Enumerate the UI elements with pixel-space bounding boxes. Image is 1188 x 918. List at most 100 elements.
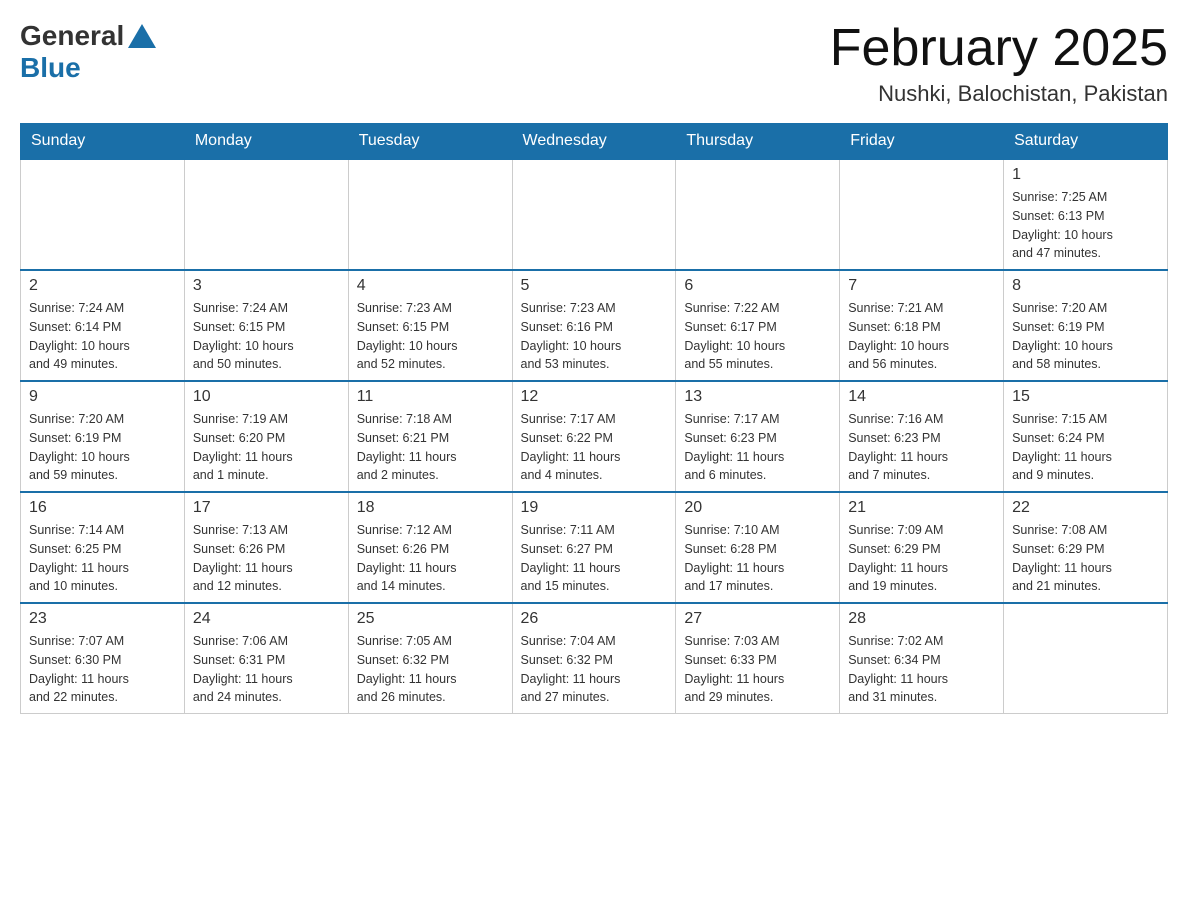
- calendar-week-row: 9 Sunrise: 7:20 AMSunset: 6:19 PMDaylight…: [21, 381, 1168, 492]
- day-info: Sunrise: 7:09 AMSunset: 6:29 PMDaylight:…: [848, 521, 995, 596]
- weekday-header-row: SundayMondayTuesdayWednesdayThursdayFrid…: [21, 124, 1168, 160]
- day-number: 25: [357, 610, 504, 628]
- calendar-body: 1 Sunrise: 7:25 AMSunset: 6:13 PMDaylight…: [21, 159, 1168, 714]
- calendar-cell: 5 Sunrise: 7:23 AMSunset: 6:16 PMDaylight…: [512, 270, 676, 381]
- day-number: 1: [1012, 166, 1159, 184]
- weekday-header-sunday: Sunday: [21, 124, 185, 160]
- day-info: Sunrise: 7:21 AMSunset: 6:18 PMDaylight:…: [848, 299, 995, 374]
- day-info: Sunrise: 7:12 AMSunset: 6:26 PMDaylight:…: [357, 521, 504, 596]
- calendar-cell: 10Sunrise: 7:19 AMSunset: 6:20 PMDayligh…: [184, 381, 348, 492]
- calendar-cell: 26 Sunrise: 7:04 AMSunset: 6:32 PMDayligh…: [512, 603, 676, 714]
- calendar-cell: [1004, 603, 1168, 714]
- day-info: Sunrise: 7:03 AMSunset: 6:33 PMDaylight:…: [684, 632, 831, 707]
- day-info: Sunrise: 7:04 AMSunset: 6:32 PMDaylight:…: [521, 632, 668, 707]
- day-info: Sunrise: 7:16 AMSunset: 6:23 PMDaylight:…: [848, 410, 995, 485]
- calendar-header: SundayMondayTuesdayWednesdayThursdayFrid…: [21, 124, 1168, 160]
- day-info: Sunrise: 7:20 AMSunset: 6:19 PMDaylight:…: [1012, 299, 1159, 374]
- calendar-week-row: 23 Sunrise: 7:07 AMSunset: 6:30 PMDayligh…: [21, 603, 1168, 714]
- calendar-week-row: 2Sunrise: 7:24 AMSunset: 6:14 PMDaylight…: [21, 270, 1168, 381]
- day-info: Sunrise: 7:08 AMSunset: 6:29 PMDaylight:…: [1012, 521, 1159, 596]
- day-info: Sunrise: 7:15 AMSunset: 6:24 PMDaylight:…: [1012, 410, 1159, 485]
- day-number: 20: [684, 499, 831, 517]
- day-number: 9: [29, 388, 176, 406]
- day-info: Sunrise: 7:22 AMSunset: 6:17 PMDaylight:…: [684, 299, 831, 374]
- day-info: Sunrise: 7:20 AMSunset: 6:19 PMDaylight:…: [29, 410, 176, 485]
- logo: General Blue: [20, 20, 156, 84]
- day-number: 28: [848, 610, 995, 628]
- day-number: 13: [684, 388, 831, 406]
- day-number: 6: [684, 277, 831, 295]
- day-info: Sunrise: 7:25 AMSunset: 6:13 PMDaylight:…: [1012, 188, 1159, 263]
- logo-blue-text: Blue: [20, 52, 81, 84]
- day-info: Sunrise: 7:23 AMSunset: 6:16 PMDaylight:…: [521, 299, 668, 374]
- calendar-cell: [840, 159, 1004, 270]
- calendar-cell: 11Sunrise: 7:18 AMSunset: 6:21 PMDayligh…: [348, 381, 512, 492]
- day-number: 5: [521, 277, 668, 295]
- calendar-cell: 22Sunrise: 7:08 AMSunset: 6:29 PMDayligh…: [1004, 492, 1168, 603]
- calendar-cell: 27 Sunrise: 7:03 AMSunset: 6:33 PMDayligh…: [676, 603, 840, 714]
- logo-general-label: General: [20, 20, 124, 52]
- calendar-cell: [512, 159, 676, 270]
- calendar-table: SundayMondayTuesdayWednesdayThursdayFrid…: [20, 123, 1168, 714]
- title-block: February 2025 Nushki, Balochistan, Pakis…: [830, 20, 1168, 107]
- day-info: Sunrise: 7:10 AMSunset: 6:28 PMDaylight:…: [684, 521, 831, 596]
- day-info: Sunrise: 7:02 AMSunset: 6:34 PMDaylight:…: [848, 632, 995, 707]
- day-info: Sunrise: 7:23 AMSunset: 6:15 PMDaylight:…: [357, 299, 504, 374]
- calendar-cell: 1 Sunrise: 7:25 AMSunset: 6:13 PMDaylight…: [1004, 159, 1168, 270]
- day-info: Sunrise: 7:18 AMSunset: 6:21 PMDaylight:…: [357, 410, 504, 485]
- calendar-cell: 15 Sunrise: 7:15 AMSunset: 6:24 PMDayligh…: [1004, 381, 1168, 492]
- weekday-header-tuesday: Tuesday: [348, 124, 512, 160]
- calendar-cell: 3Sunrise: 7:24 AMSunset: 6:15 PMDaylight…: [184, 270, 348, 381]
- calendar-cell: 21 Sunrise: 7:09 AMSunset: 6:29 PMDayligh…: [840, 492, 1004, 603]
- month-title: February 2025: [830, 20, 1168, 77]
- calendar-cell: 25 Sunrise: 7:05 AMSunset: 6:32 PMDayligh…: [348, 603, 512, 714]
- calendar-cell: [21, 159, 185, 270]
- logo-triangle-icon: [128, 24, 156, 48]
- calendar-cell: 14Sunrise: 7:16 AMSunset: 6:23 PMDayligh…: [840, 381, 1004, 492]
- day-number: 12: [521, 388, 668, 406]
- calendar-cell: 9 Sunrise: 7:20 AMSunset: 6:19 PMDaylight…: [21, 381, 185, 492]
- weekday-header-monday: Monday: [184, 124, 348, 160]
- calendar-cell: 12 Sunrise: 7:17 AMSunset: 6:22 PMDayligh…: [512, 381, 676, 492]
- day-number: 4: [357, 277, 504, 295]
- weekday-header-saturday: Saturday: [1004, 124, 1168, 160]
- calendar-week-row: 16Sunrise: 7:14 AMSunset: 6:25 PMDayligh…: [21, 492, 1168, 603]
- day-info: Sunrise: 7:17 AMSunset: 6:22 PMDaylight:…: [521, 410, 668, 485]
- calendar-cell: 23 Sunrise: 7:07 AMSunset: 6:30 PMDayligh…: [21, 603, 185, 714]
- day-number: 21: [848, 499, 995, 517]
- logo-general-text: General: [20, 20, 156, 52]
- calendar-cell: 4 Sunrise: 7:23 AMSunset: 6:15 PMDaylight…: [348, 270, 512, 381]
- calendar-cell: 6 Sunrise: 7:22 AMSunset: 6:17 PMDaylight…: [676, 270, 840, 381]
- day-number: 17: [193, 499, 340, 517]
- day-number: 8: [1012, 277, 1159, 295]
- day-info: Sunrise: 7:24 AMSunset: 6:15 PMDaylight:…: [193, 299, 340, 374]
- day-info: Sunrise: 7:07 AMSunset: 6:30 PMDaylight:…: [29, 632, 176, 707]
- day-number: 2: [29, 277, 176, 295]
- day-number: 19: [521, 499, 668, 517]
- day-number: 18: [357, 499, 504, 517]
- day-number: 10: [193, 388, 340, 406]
- weekday-header-thursday: Thursday: [676, 124, 840, 160]
- day-info: Sunrise: 7:05 AMSunset: 6:32 PMDaylight:…: [357, 632, 504, 707]
- calendar-cell: 2Sunrise: 7:24 AMSunset: 6:14 PMDaylight…: [21, 270, 185, 381]
- calendar-cell: [184, 159, 348, 270]
- day-info: Sunrise: 7:11 AMSunset: 6:27 PMDaylight:…: [521, 521, 668, 596]
- calendar-cell: 7Sunrise: 7:21 AMSunset: 6:18 PMDaylight…: [840, 270, 1004, 381]
- calendar-cell: 16Sunrise: 7:14 AMSunset: 6:25 PMDayligh…: [21, 492, 185, 603]
- calendar-cell: 18 Sunrise: 7:12 AMSunset: 6:26 PMDayligh…: [348, 492, 512, 603]
- day-number: 23: [29, 610, 176, 628]
- day-number: 15: [1012, 388, 1159, 406]
- day-number: 16: [29, 499, 176, 517]
- page-header: General Blue February 2025 Nushki, Baloc…: [20, 20, 1168, 107]
- weekday-header-friday: Friday: [840, 124, 1004, 160]
- day-number: 26: [521, 610, 668, 628]
- day-number: 24: [193, 610, 340, 628]
- calendar-cell: [348, 159, 512, 270]
- calendar-cell: 17Sunrise: 7:13 AMSunset: 6:26 PMDayligh…: [184, 492, 348, 603]
- calendar-cell: 24Sunrise: 7:06 AMSunset: 6:31 PMDayligh…: [184, 603, 348, 714]
- calendar-cell: 28 Sunrise: 7:02 AMSunset: 6:34 PMDayligh…: [840, 603, 1004, 714]
- day-number: 27: [684, 610, 831, 628]
- calendar-cell: 20 Sunrise: 7:10 AMSunset: 6:28 PMDayligh…: [676, 492, 840, 603]
- calendar-cell: 8 Sunrise: 7:20 AMSunset: 6:19 PMDaylight…: [1004, 270, 1168, 381]
- weekday-header-wednesday: Wednesday: [512, 124, 676, 160]
